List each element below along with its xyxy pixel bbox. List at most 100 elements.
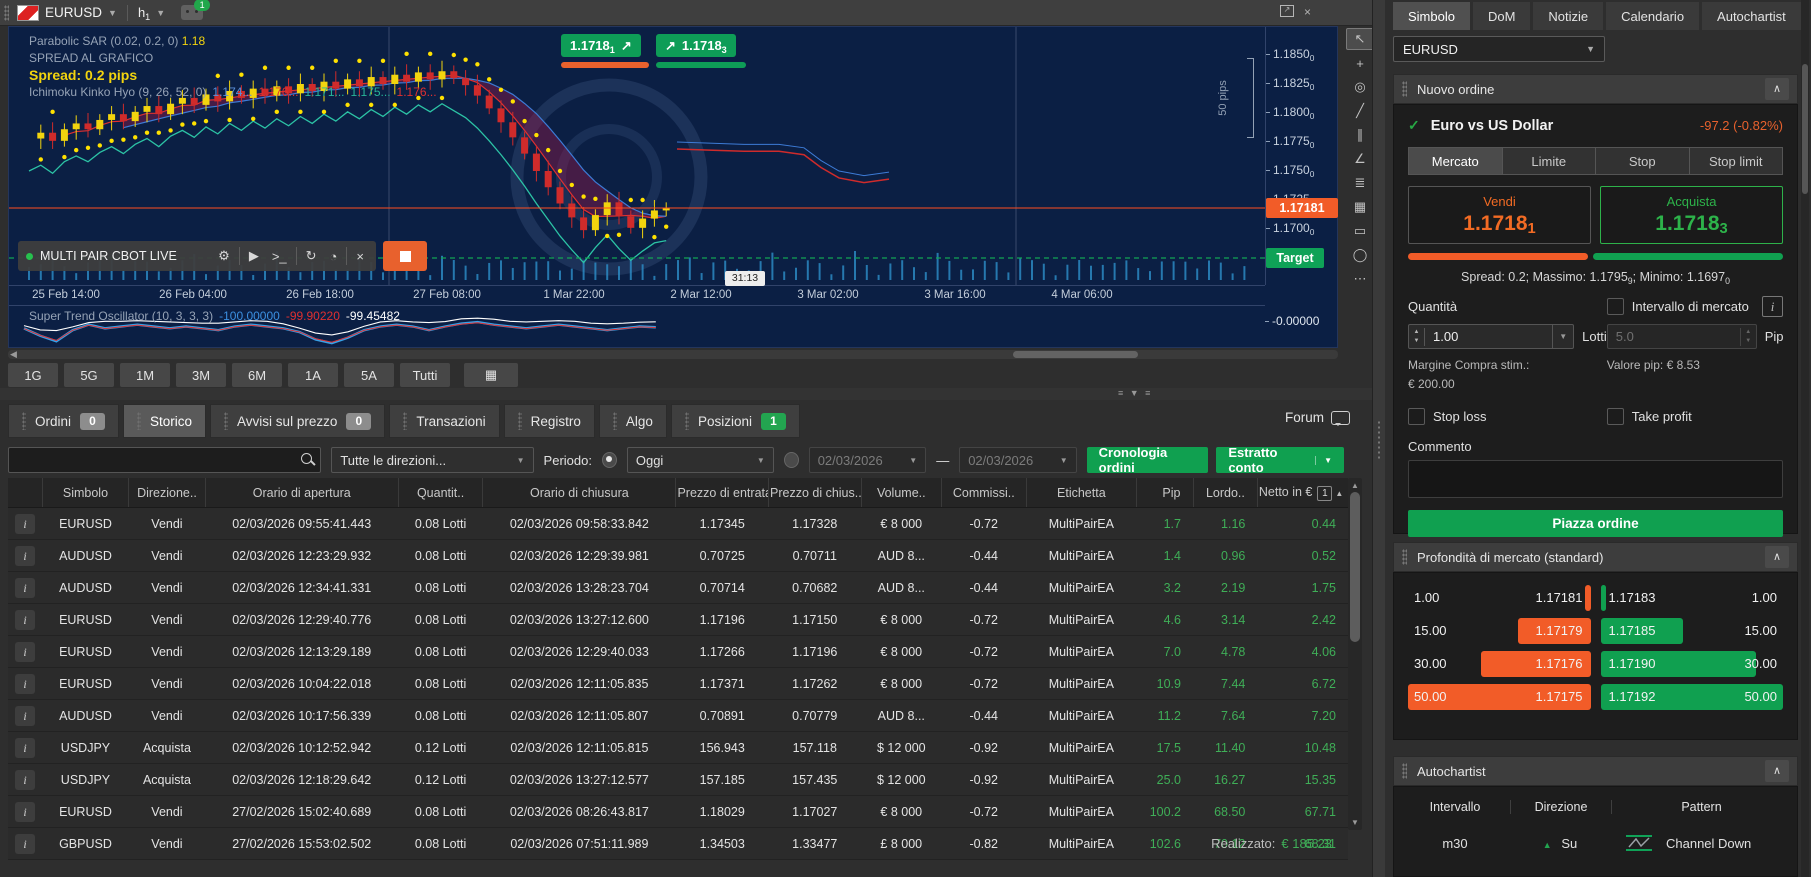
panel-tab-dom[interactable]: DoM xyxy=(1472,2,1531,30)
close-chart-icon[interactable]: × xyxy=(1304,5,1311,19)
chart-templates-icon[interactable]: ▦ xyxy=(464,363,518,387)
price-axis[interactable]: 1.185001.182501.180001.177501.175001.172… xyxy=(1265,27,1340,285)
column-header[interactable]: Quantit.. xyxy=(397,478,483,508)
settings-icon[interactable]: ⚙ xyxy=(214,248,234,264)
chevron-down-icon[interactable]: ▼ xyxy=(108,8,117,18)
depth-bid-row[interactable]: 30.00 1.17176 xyxy=(1408,651,1591,677)
log-icon[interactable]: >_ xyxy=(268,249,291,264)
drag-handle[interactable] xyxy=(1402,763,1407,779)
date-from-dropdown[interactable]: 02/03/2026 ▼ xyxy=(808,447,927,473)
forum-button[interactable]: Forum xyxy=(1285,410,1350,426)
scroll-down-icon[interactable]: ▼ xyxy=(1351,818,1359,827)
drag-handle[interactable] xyxy=(4,4,9,21)
depth-ask-row[interactable]: 1.17183 1.00 xyxy=(1600,585,1784,611)
table-row[interactable]: i GBPUSD Vendi 27/02/2026 15:53:02.502 0.08 … xyxy=(8,827,1348,860)
period-preset-radio[interactable] xyxy=(601,452,617,468)
info-icon[interactable]: i xyxy=(1762,296,1783,317)
table-row[interactable]: i USDJPY Acquista 02/03/2026 10:12:52.942 0.… xyxy=(8,731,1348,764)
drag-handle[interactable] xyxy=(1402,81,1407,97)
crosshair-tool-icon[interactable]: + xyxy=(1346,52,1374,74)
table-row[interactable]: i EURUSD Vendi 02/03/2026 12:29:40.776 0.08 … xyxy=(8,603,1348,636)
column-header[interactable] xyxy=(8,478,43,508)
buy-button[interactable]: Acquista 1.17183 xyxy=(1600,186,1783,244)
info-icon[interactable]: i xyxy=(15,641,36,662)
tab-algo[interactable]: Algo xyxy=(598,404,667,438)
period-dropdown[interactable]: Oggi ▼ xyxy=(626,447,774,473)
collapse-icon[interactable]: ∧ xyxy=(1765,760,1789,782)
comment-textarea[interactable] xyxy=(1408,460,1783,499)
tab-posizioni[interactable]: Posizioni 1 xyxy=(670,404,800,438)
stepper-arrows[interactable]: ▲ ▼ xyxy=(1409,327,1425,346)
grid-tool-icon[interactable]: ▦ xyxy=(1346,196,1374,218)
info-icon[interactable]: i xyxy=(15,737,36,758)
autochartist-row[interactable]: m30 ▲ Su Channel Down xyxy=(1400,825,1791,861)
timeframe-selector[interactable]: h1 xyxy=(138,5,150,22)
scrollbar-thumb[interactable] xyxy=(1013,351,1138,358)
date-to-dropdown[interactable]: 02/03/2026 ▼ xyxy=(959,447,1077,473)
depth-bid-row[interactable]: 15.00 1.17179 xyxy=(1408,618,1591,644)
place-order-button[interactable]: Piazza ordine xyxy=(1408,510,1783,538)
timeframe-6m[interactable]: 6M xyxy=(232,363,282,387)
table-row[interactable]: i USDJPY Acquista 02/03/2026 12:18:29.642 0.… xyxy=(8,763,1348,796)
column-header[interactable]: Lordo.. xyxy=(1192,478,1258,508)
search-input[interactable] xyxy=(8,447,322,473)
panel-scrollbar[interactable] xyxy=(1801,0,1809,877)
info-icon[interactable]: i xyxy=(15,577,36,598)
column-header[interactable]: Direzione.. xyxy=(128,478,206,508)
panel-symbol-select[interactable]: EURUSD ▼ xyxy=(1393,36,1605,62)
column-header[interactable]: Prezzo di chius.. xyxy=(768,478,862,508)
quick-sell-button[interactable]: 1.17181 ↗ xyxy=(561,34,641,57)
column-header[interactable]: Prezzo di entrata xyxy=(675,478,769,508)
period-custom-radio[interactable] xyxy=(783,452,799,468)
column-header[interactable]: Etichetta xyxy=(1025,478,1137,508)
info-icon[interactable]: i xyxy=(15,513,36,534)
timeframe-5g[interactable]: 5G xyxy=(64,363,114,387)
tab-registro[interactable]: Registro xyxy=(503,404,595,438)
direction-filter-dropdown[interactable]: Tutte le direzioni... ▼ xyxy=(331,447,534,473)
new-order-header[interactable]: Nuovo ordine ∧ xyxy=(1393,74,1798,104)
chart-h-scrollbar[interactable]: ◀ xyxy=(8,349,1338,359)
column-header[interactable]: Volume.. xyxy=(860,478,942,508)
ellipse-tool-icon[interactable]: ◯ xyxy=(1346,244,1374,266)
chevron-down-icon[interactable]: ▼ xyxy=(156,8,165,18)
scrollbar-thumb[interactable] xyxy=(1802,64,1808,194)
market-range-stepper[interactable]: 5.0 ▲ ▼ xyxy=(1606,324,1757,349)
column-header[interactable]: Pip xyxy=(1136,478,1193,508)
timeframe-5a[interactable]: 5A xyxy=(344,363,394,387)
stop-loss-checkbox[interactable] xyxy=(1408,408,1425,426)
table-row[interactable]: i AUDUSD Vendi 02/03/2026 12:34:41.331 0.08 … xyxy=(8,571,1348,604)
order-history-button[interactable]: Cronologia ordini xyxy=(1086,445,1209,475)
market-range-checkbox[interactable] xyxy=(1606,298,1624,315)
target-tool-icon[interactable]: ◎ xyxy=(1346,76,1374,98)
timeframe-1a[interactable]: 1A xyxy=(288,363,338,387)
depth-bid-row[interactable]: 1.00 1.17181 xyxy=(1408,585,1591,611)
collapse-icon[interactable]: ∧ xyxy=(1765,78,1789,100)
table-row[interactable]: i AUDUSD Vendi 02/03/2026 12:23:29.932 0.08 … xyxy=(8,539,1348,572)
scrollbar-thumb[interactable] xyxy=(1350,492,1360,642)
popout-icon[interactable]: ↗ xyxy=(1280,5,1294,17)
chevron-down-icon[interactable]: ▼ xyxy=(1552,325,1573,348)
table-row[interactable]: i EURUSD Vendi 02/03/2026 12:13:29.189 0.08 … xyxy=(8,635,1348,668)
rectangle-tool-icon[interactable]: ▭ xyxy=(1346,220,1374,242)
timeframe-3m[interactable]: 3M xyxy=(176,363,226,387)
table-row[interactable]: i EURUSD Vendi 02/03/2026 10:04:22.018 0.08 … xyxy=(8,667,1348,700)
depth-ask-row[interactable]: 1.17192 50.00 xyxy=(1600,684,1783,710)
column-header[interactable]: Simbolo xyxy=(41,478,129,508)
depth-bid-row[interactable]: 50.00 1.17175 xyxy=(1408,684,1591,710)
statement-button[interactable]: Estratto conto ▼ xyxy=(1216,445,1344,475)
fibonacci-tool-icon[interactable]: ≣ xyxy=(1346,172,1374,194)
horizontal-splitter[interactable]: ≡ ▼ ≡ xyxy=(0,388,1372,400)
gauge-icon[interactable]: ◔ xyxy=(326,249,342,264)
tab-avvisi-sul-prezzo[interactable]: Avvisi sul prezzo 0 xyxy=(210,404,386,438)
angle-tool-icon[interactable]: ∠ xyxy=(1346,148,1374,170)
bots-button[interactable]: 1 xyxy=(181,0,211,20)
close-icon[interactable]: × xyxy=(352,249,368,264)
info-icon[interactable]: i xyxy=(15,801,36,822)
table-v-scrollbar[interactable]: ▲ ▼ xyxy=(1348,478,1362,830)
collapse-icon[interactable]: ∧ xyxy=(1765,546,1789,568)
tab-storico[interactable]: Storico xyxy=(123,404,207,438)
panel-tab-simbolo[interactable]: Simbolo xyxy=(1393,2,1470,30)
panel-tab-calendario[interactable]: Calendario xyxy=(1606,2,1700,30)
info-icon[interactable]: i xyxy=(15,673,36,694)
timeframe-1m[interactable]: 1M xyxy=(120,363,170,387)
